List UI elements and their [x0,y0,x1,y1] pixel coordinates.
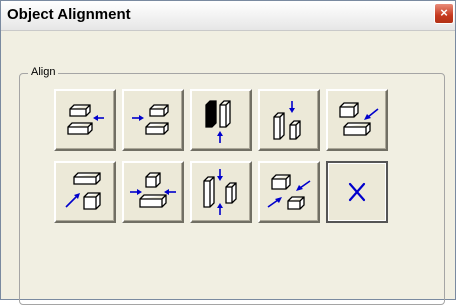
group-label: Align [28,66,59,78]
align-top-right-icon [339,102,379,136]
align-horizontal-center-icon [130,172,176,208]
align-bottom-icon [205,100,231,143]
title-bar[interactable]: Object Alignment × [1,1,455,31]
align-right-icon [132,104,169,135]
align-top-icon [273,101,301,140]
dialog-window: Object Alignment × Align [0,0,456,305]
align-top-right-button[interactable] [326,89,388,151]
dialog-body: Align [1,31,455,305]
align-vertical-center-button[interactable] [190,161,252,223]
close-dialog-button[interactable] [326,161,388,223]
x-icon [348,182,366,202]
align-left-icon [67,104,104,135]
align-bottom-button[interactable] [190,89,252,151]
align-top-button[interactable] [258,89,320,151]
align-horizontal-center-button[interactable] [122,161,184,223]
align-center-button[interactable] [258,161,320,223]
align-vertical-center-icon [203,169,237,215]
close-icon[interactable]: × [434,3,454,24]
align-bottom-left-button[interactable] [54,161,116,223]
align-left-button[interactable] [54,89,116,151]
window-title: Object Alignment [7,6,131,23]
align-groupbox: Align [19,66,445,305]
align-right-button[interactable] [122,89,184,151]
align-center-icon [267,174,311,210]
align-bottom-left-icon [65,172,101,210]
